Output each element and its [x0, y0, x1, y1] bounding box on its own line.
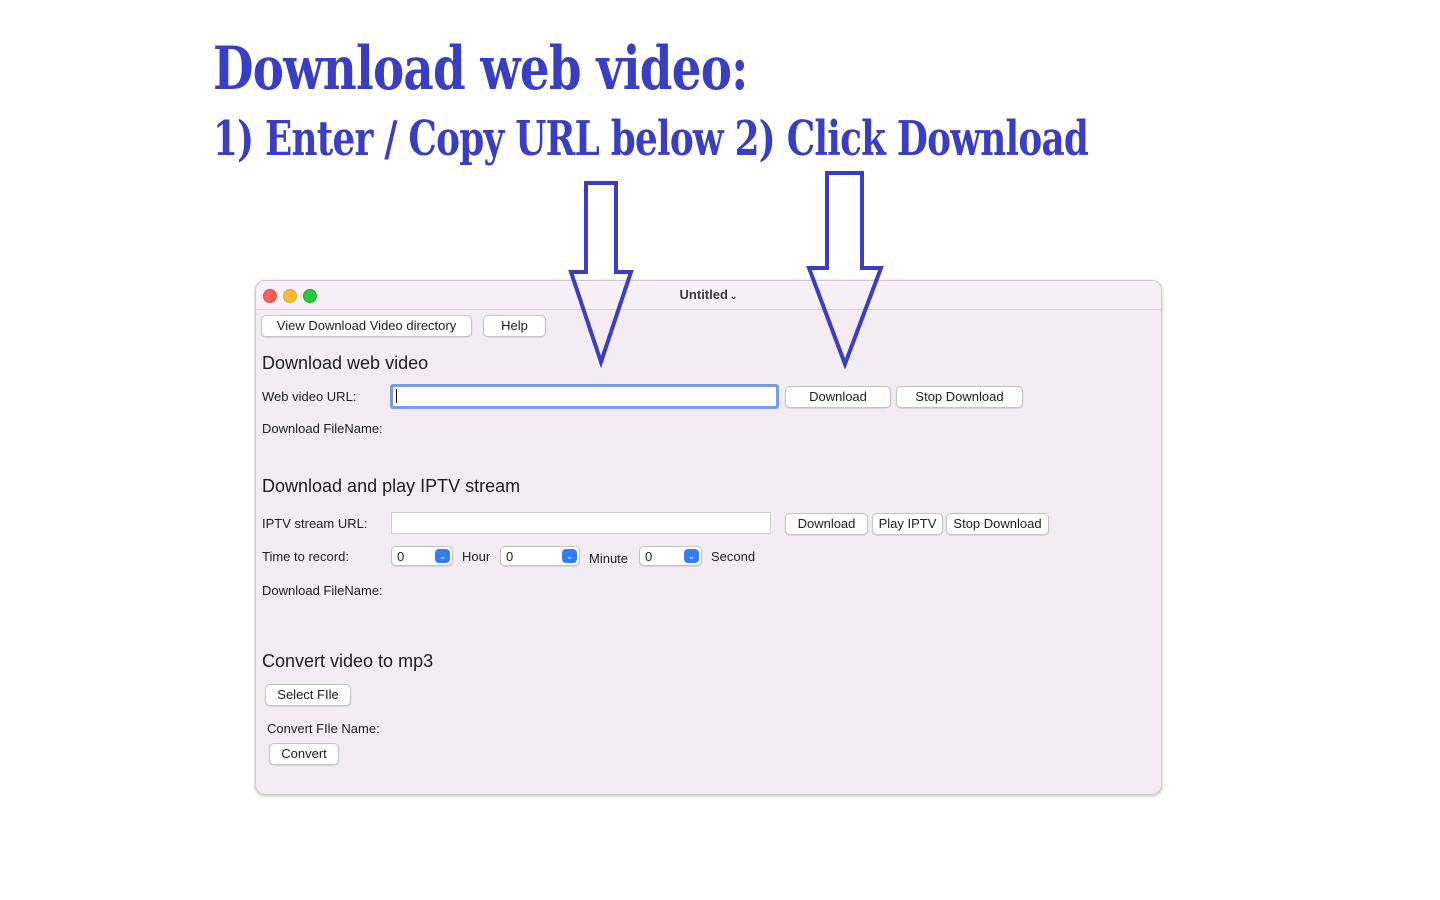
minute-unit-label: Minute	[589, 551, 629, 566]
app-window: Untitled ⌄ View Download Video directory …	[255, 280, 1162, 795]
help-button[interactable]: Help	[483, 315, 546, 337]
web-stop-download-button[interactable]: Stop Download	[896, 386, 1023, 408]
select-file-button[interactable]: Select FIle	[265, 684, 351, 706]
chevron-down-icon: ⌄	[729, 291, 738, 301]
hour-unit-label: Hour	[462, 549, 491, 564]
chevron-down-icon: ⌄	[562, 549, 577, 563]
play-iptv-button[interactable]: Play IPTV	[872, 513, 943, 535]
iptv-download-filename-label: Download FileName:	[262, 583, 383, 598]
web-download-filename-label: Download FileName:	[262, 421, 383, 436]
time-to-record-label: Time to record:	[262, 549, 349, 564]
web-video-section-title: Download web video	[262, 353, 429, 373]
text-caret	[396, 389, 397, 403]
instruction-steps: 1) Enter / Copy URL below 2) Click Downl…	[213, 111, 1089, 167]
convert-button[interactable]: Convert	[269, 743, 339, 765]
iptv-url-label: IPTV stream URL:	[262, 516, 368, 531]
web-video-url-input[interactable]	[390, 384, 779, 409]
minute-select[interactable]: 0 ⌄	[500, 546, 580, 566]
instruction-headline: Download web video:	[213, 34, 748, 104]
convert-file-name-label: Convert FIle Name:	[267, 721, 380, 736]
hour-select[interactable]: 0 ⌄	[391, 546, 453, 566]
web-video-url-label: Web video URL:	[262, 389, 357, 404]
second-value: 0	[645, 549, 653, 564]
second-unit-label: Second	[711, 549, 756, 564]
iptv-download-button[interactable]: Download	[785, 513, 868, 535]
web-download-button[interactable]: Download	[785, 386, 891, 408]
iptv-stop-download-button[interactable]: Stop Download	[946, 513, 1049, 535]
title-bar[interactable]: Untitled ⌄	[256, 281, 1161, 310]
hour-value: 0	[397, 549, 405, 564]
window-title-text: Untitled	[679, 287, 728, 302]
minute-value: 0	[506, 549, 514, 564]
chevron-down-icon: ⌄	[684, 549, 699, 563]
chevron-down-icon: ⌄	[435, 549, 450, 563]
iptv-url-input[interactable]	[391, 512, 771, 534]
second-select[interactable]: 0 ⌄	[639, 546, 702, 566]
window-title[interactable]: Untitled ⌄	[256, 287, 1161, 302]
iptv-section-title: Download and play IPTV stream	[262, 476, 521, 496]
view-download-directory-button[interactable]: View Download Video directory	[261, 315, 472, 337]
convert-section-title: Convert video to mp3	[262, 651, 434, 671]
